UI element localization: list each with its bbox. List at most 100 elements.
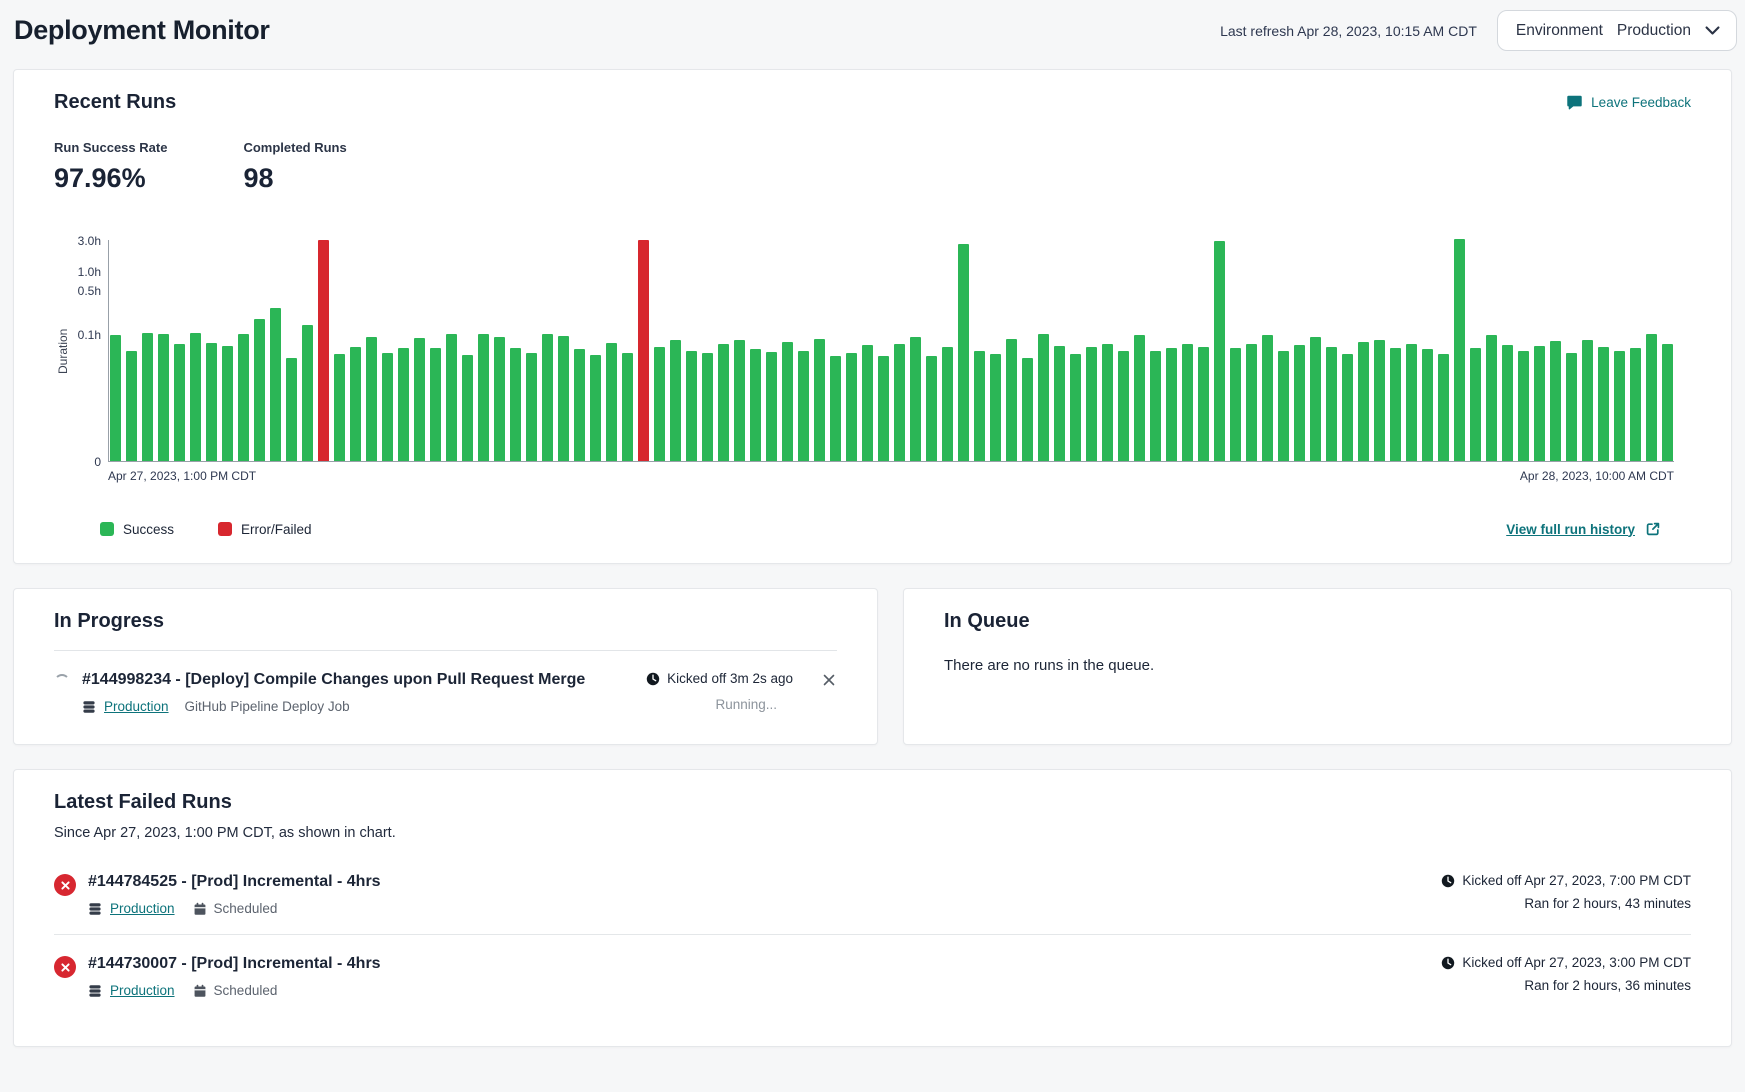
chart-bar-success[interactable] [1214, 241, 1225, 461]
chart-bar-success[interactable] [1326, 347, 1337, 461]
chart-bar-success[interactable] [846, 353, 857, 461]
chart-bar-success[interactable] [1358, 342, 1369, 461]
chart-bar-success[interactable] [1630, 348, 1641, 461]
chart-bar-success[interactable] [462, 355, 473, 461]
chart-bar-success[interactable] [494, 337, 505, 461]
chart-bar-success[interactable] [1038, 334, 1049, 461]
close-icon[interactable] [821, 672, 837, 688]
chart-bar-success[interactable] [254, 319, 265, 461]
chart-bar-success[interactable] [334, 354, 345, 461]
chart-bar-success[interactable] [686, 351, 697, 462]
view-full-run-history-link[interactable]: View full run history [1506, 521, 1661, 537]
chart-bar-success[interactable] [1374, 340, 1385, 461]
chart-bar-success[interactable] [1614, 351, 1625, 462]
environment-link[interactable]: Production [104, 699, 169, 714]
chart-bar-success[interactable] [1182, 344, 1193, 461]
chart-bar-success[interactable] [478, 334, 489, 461]
chart-bar-success[interactable] [1246, 344, 1257, 461]
chart-bar-success[interactable] [1390, 348, 1401, 461]
chart-bar-success[interactable] [590, 355, 601, 461]
chart-bar-success[interactable] [1422, 349, 1433, 461]
chart-bar-success[interactable] [1438, 354, 1449, 461]
chart-bar-success[interactable] [766, 352, 777, 461]
chart-bar-success[interactable] [1646, 334, 1657, 461]
chart-bar-success[interactable] [814, 339, 825, 462]
chart-bar-success[interactable] [206, 343, 217, 461]
chart-bar-success[interactable] [654, 347, 665, 461]
chart-bar-success[interactable] [1502, 345, 1513, 461]
chart-bar-success[interactable] [734, 340, 745, 461]
chart-bar-success[interactable] [350, 347, 361, 461]
chart-bar-failed[interactable] [638, 240, 649, 461]
chart-bar-success[interactable] [910, 337, 921, 461]
chart-bar-success[interactable] [1006, 339, 1017, 462]
chart-bar-success[interactable] [798, 351, 809, 462]
chart-bar-success[interactable] [1534, 346, 1545, 461]
chart-bar-success[interactable] [174, 344, 185, 461]
chart-bar-success[interactable] [1662, 344, 1673, 461]
chart-bar-success[interactable] [222, 346, 233, 461]
chart-bar-success[interactable] [286, 358, 297, 461]
chart-bar-success[interactable] [926, 356, 937, 461]
chart-bar-success[interactable] [1054, 346, 1065, 461]
chart-bar-success[interactable] [702, 353, 713, 461]
chart-bar-success[interactable] [382, 353, 393, 461]
chart-bar-success[interactable] [414, 338, 425, 462]
chart-bar-success[interactable] [1262, 335, 1273, 461]
chart-bar-success[interactable] [1150, 351, 1161, 462]
chart-bar-success[interactable] [526, 353, 537, 461]
chart-bar-success[interactable] [1582, 340, 1593, 461]
chart-bar-success[interactable] [1310, 337, 1321, 461]
chart-bar-success[interactable] [1598, 347, 1609, 461]
chart-bar-success[interactable] [446, 334, 457, 461]
chart-bar-success[interactable] [1134, 335, 1145, 461]
chart-bar-success[interactable] [1566, 353, 1577, 461]
chart-bar-success[interactable] [878, 356, 889, 461]
chart-bar-success[interactable] [1518, 351, 1529, 462]
chart-bar-success[interactable] [942, 347, 953, 461]
chart-bar-success[interactable] [510, 348, 521, 461]
chart-bar-success[interactable] [670, 340, 681, 461]
chart-bar-success[interactable] [126, 351, 137, 462]
chart-bar-success[interactable] [1102, 344, 1113, 461]
chart-bar-success[interactable] [142, 333, 153, 461]
environment-link[interactable]: Production [110, 983, 175, 998]
environment-link[interactable]: Production [110, 901, 175, 916]
chart-bar-success[interactable] [990, 354, 1001, 461]
chart-bar-success[interactable] [110, 335, 121, 461]
chart-bar-success[interactable] [1454, 239, 1465, 461]
chart-bar-success[interactable] [606, 343, 617, 461]
chart-bar-success[interactable] [158, 334, 169, 461]
chart-bar-success[interactable] [1294, 345, 1305, 461]
chart-bar-success[interactable] [238, 334, 249, 461]
chart-bar-success[interactable] [1166, 348, 1177, 461]
chart-bar-success[interactable] [782, 342, 793, 461]
chart-bar-success[interactable] [750, 349, 761, 461]
chart-bar-success[interactable] [1470, 348, 1481, 461]
chart-bar-success[interactable] [1070, 354, 1081, 461]
chart-bar-success[interactable] [558, 336, 569, 461]
chart-bar-success[interactable] [1022, 358, 1033, 461]
chart-bar-success[interactable] [1550, 341, 1561, 461]
chart-bar-success[interactable] [366, 337, 377, 461]
chart-bar-success[interactable] [1486, 335, 1497, 461]
chart-bar-success[interactable] [398, 348, 409, 461]
chart-bar-success[interactable] [1406, 344, 1417, 461]
chart-bar-success[interactable] [1342, 354, 1353, 461]
chart-bar-success[interactable] [622, 353, 633, 461]
environment-dropdown[interactable]: Environment Production [1497, 10, 1737, 51]
chart-bar-success[interactable] [1086, 347, 1097, 461]
chart-bar-success[interactable] [830, 356, 841, 461]
chart-bar-success[interactable] [574, 349, 585, 461]
chart-bar-success[interactable] [542, 334, 553, 461]
chart-bar-success[interactable] [1198, 347, 1209, 461]
leave-feedback-link[interactable]: Leave Feedback [1566, 94, 1691, 111]
chart-bar-success[interactable] [862, 345, 873, 461]
chart-bar-failed[interactable] [318, 240, 329, 461]
chart-bar-success[interactable] [1118, 351, 1129, 462]
chart-bar-success[interactable] [302, 325, 313, 461]
chart-bar-success[interactable] [270, 308, 281, 461]
chart-bar-success[interactable] [894, 344, 905, 461]
chart-bar-success[interactable] [430, 348, 441, 461]
chart-bar-success[interactable] [718, 344, 729, 461]
